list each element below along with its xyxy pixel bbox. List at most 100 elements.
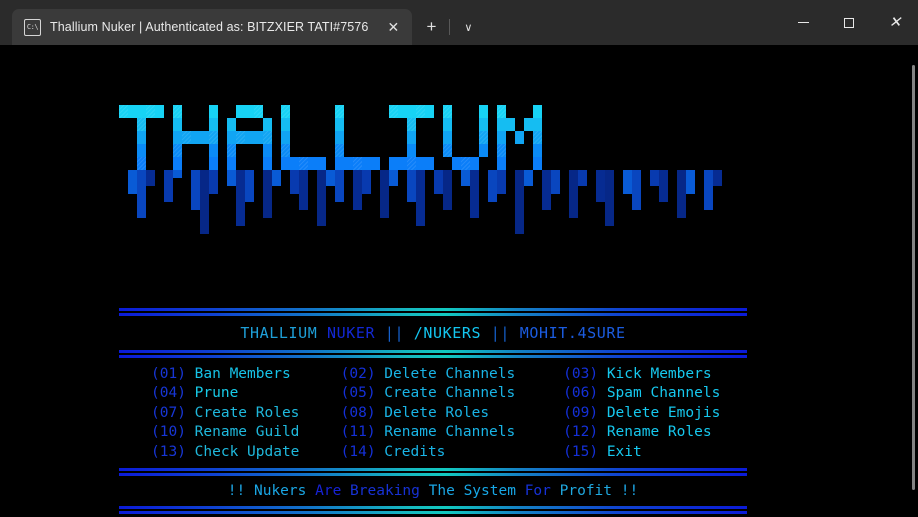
menu-row: (13) Check Update (14) Credits (15) Exit bbox=[119, 443, 747, 462]
logo-drip bbox=[461, 170, 470, 187]
menu-item-ban-members[interactable]: (01) Ban Members bbox=[151, 365, 341, 384]
tab-actions-divider bbox=[449, 19, 451, 35]
tab-title: Thallium Nuker | Authenticated as: BITZX… bbox=[50, 20, 369, 34]
logo-drip bbox=[335, 170, 344, 203]
chevron-down-icon[interactable]: ∨ bbox=[453, 13, 483, 41]
logo-block bbox=[173, 131, 182, 144]
menu-item-label: Rename Channels bbox=[384, 424, 516, 441]
menu-options-list: (01) Ban Members (02) Delete Channels (03)… bbox=[119, 358, 747, 468]
logo-block bbox=[263, 157, 272, 170]
menu-item-check-update[interactable]: (13) Check Update bbox=[151, 443, 341, 462]
logo-drip bbox=[470, 170, 479, 219]
menu-item-exit[interactable]: (15) Exit bbox=[563, 443, 747, 462]
logo-drip bbox=[389, 170, 398, 187]
logo-block-texture bbox=[443, 105, 452, 118]
panel-banner-segment: System bbox=[463, 483, 516, 500]
panel-banner-segment bbox=[420, 483, 429, 499]
logo-block-texture bbox=[281, 144, 290, 157]
menu-item-rename-roles[interactable]: (12) Rename Roles bbox=[563, 423, 747, 442]
logo-block bbox=[371, 157, 380, 170]
logo-block bbox=[335, 131, 344, 144]
logo-block-texture bbox=[137, 157, 146, 170]
menu-item-kick-members[interactable]: (03) Kick Members bbox=[563, 365, 747, 384]
menu-item-rename-guild[interactable]: (10) Rename Guild bbox=[151, 423, 341, 442]
logo-drip bbox=[164, 170, 173, 203]
logo-block bbox=[227, 118, 236, 131]
menu-item-label: Spam Channels bbox=[606, 385, 721, 402]
logo-block bbox=[479, 144, 488, 157]
close-window-button[interactable]: ✕ bbox=[872, 0, 918, 45]
menu-item-delete-roles[interactable]: (08) Delete Roles bbox=[341, 404, 564, 423]
menu-row: (10) Rename Guild (11) Rename Channels (12… bbox=[119, 423, 747, 442]
menu-item-delete-emojis[interactable]: (09) Delete Emojis bbox=[563, 404, 747, 423]
menu-item-create-channels[interactable]: (05) Create Channels bbox=[341, 384, 564, 403]
menu-item-number: (13) bbox=[151, 443, 186, 460]
menu-item-number: (08) bbox=[340, 404, 376, 421]
panel-banner-segment: !! bbox=[620, 483, 639, 500]
logo-block bbox=[290, 157, 299, 170]
tab-actions: + ∨ bbox=[416, 9, 483, 45]
logo-block-texture bbox=[353, 157, 362, 170]
menu-item-label: Exit bbox=[606, 443, 642, 460]
logo-block bbox=[497, 131, 506, 144]
menu-item-prune[interactable]: (04) Prune bbox=[151, 384, 341, 403]
logo-drip bbox=[650, 170, 659, 187]
logo-block bbox=[137, 105, 146, 118]
menu-item-delete-channels[interactable]: (02) Delete Channels bbox=[341, 365, 564, 384]
window-tab[interactable]: C:\ Thallium Nuker | Authenticated as: B… bbox=[12, 9, 413, 45]
panel-banner-segment: For bbox=[524, 483, 551, 500]
menu-item-credits[interactable]: (14) Credits bbox=[341, 443, 564, 462]
logo-block-texture bbox=[497, 144, 506, 157]
logo-block bbox=[344, 157, 353, 170]
logo-block bbox=[506, 118, 515, 131]
menu-panel: THALLIUM NUKER || /NUKERS || MOHIT.4SURE… bbox=[119, 308, 747, 515]
menu-item-space bbox=[376, 385, 385, 401]
close-tab-icon[interactable]: ✕ bbox=[380, 14, 406, 40]
panel-header: THALLIUM NUKER || /NUKERS || MOHIT.4SURE bbox=[119, 316, 747, 350]
logo-block bbox=[389, 157, 398, 170]
logo-drip bbox=[380, 170, 389, 219]
menu-item-label: Create Channels bbox=[384, 385, 516, 402]
logo-block bbox=[533, 118, 542, 131]
panel-header-segment: THALLIUM bbox=[240, 324, 318, 342]
logo-block-texture bbox=[479, 131, 488, 144]
logo-drip bbox=[677, 170, 686, 219]
panel-header-segment: || bbox=[490, 324, 511, 342]
logo-block-texture bbox=[443, 144, 452, 157]
menu-item-space bbox=[186, 444, 195, 460]
logo-block bbox=[515, 131, 524, 144]
menu-item-rename-channels[interactable]: (11) Rename Channels bbox=[341, 423, 564, 442]
menu-item-number: (01) bbox=[151, 366, 186, 382]
logo-drip bbox=[326, 170, 335, 187]
vertical-scrollbar[interactable] bbox=[912, 65, 915, 490]
logo-block bbox=[407, 105, 416, 118]
new-tab-button[interactable]: + bbox=[416, 13, 446, 41]
menu-item-label: Delete Emojis bbox=[606, 404, 721, 421]
logo-block-texture bbox=[335, 144, 344, 157]
menu-item-create-roles[interactable]: (07) Create Roles bbox=[151, 404, 341, 423]
logo-block bbox=[524, 118, 533, 131]
panel-banner-segment bbox=[516, 483, 525, 499]
terminal-content: THALLIUM NUKER || /NUKERS || MOHIT.4SURE… bbox=[0, 45, 918, 517]
logo-block-texture bbox=[254, 105, 263, 118]
logo-block bbox=[209, 144, 218, 157]
logo-block bbox=[227, 131, 236, 144]
menu-item-space bbox=[186, 424, 195, 440]
logo-block bbox=[200, 131, 209, 144]
logo-block-texture bbox=[281, 105, 290, 118]
panel-banner-segment bbox=[341, 483, 350, 499]
panel-header-segment bbox=[317, 324, 327, 342]
maximize-button[interactable] bbox=[826, 0, 872, 45]
logo-drip bbox=[704, 170, 713, 211]
logo-block-texture bbox=[497, 105, 506, 118]
logo-drip bbox=[200, 170, 209, 235]
logo-drip bbox=[407, 170, 416, 203]
menu-item-number: (04) bbox=[151, 385, 186, 402]
logo-block bbox=[452, 157, 461, 170]
minimize-button[interactable] bbox=[780, 0, 826, 45]
logo-drip bbox=[686, 170, 695, 195]
logo-drip bbox=[362, 170, 371, 195]
panel-banner-segment: Are bbox=[315, 483, 342, 500]
logo-block bbox=[137, 131, 146, 144]
menu-item-spam-channels[interactable]: (06) Spam Channels bbox=[563, 384, 747, 403]
